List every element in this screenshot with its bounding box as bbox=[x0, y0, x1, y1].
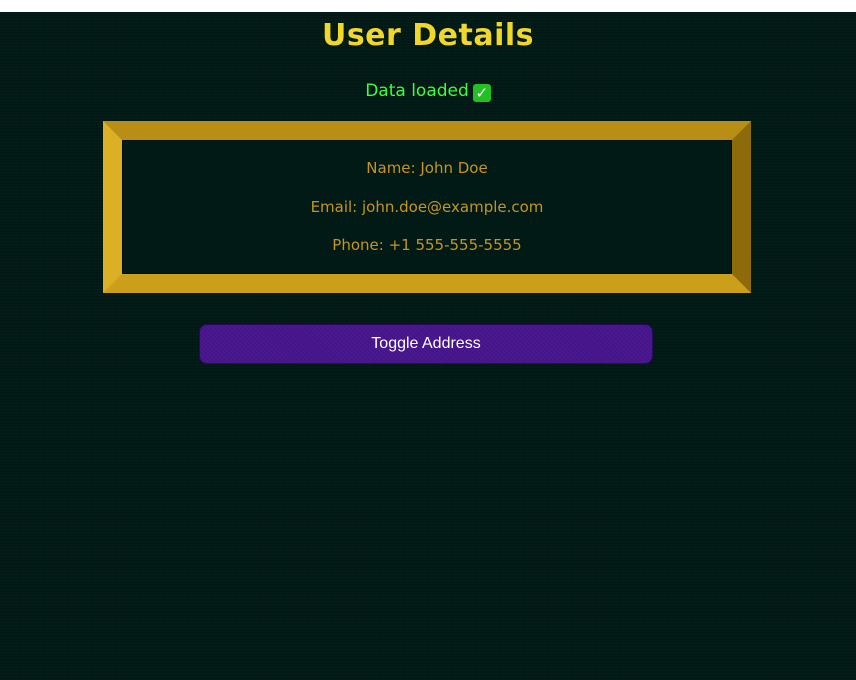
page-background: User Details Data loaded ✓ Name: John Doe… bbox=[0, 12, 856, 680]
toggle-address-button[interactable]: Toggle Address bbox=[199, 324, 653, 364]
user-name: Name: John Doe bbox=[366, 159, 488, 177]
page-title: User Details bbox=[321, 18, 535, 53]
status-text: Data loaded bbox=[365, 81, 469, 101]
user-details-card-inner: Name: John Doe Email: john.doe@example.c… bbox=[122, 140, 732, 274]
user-phone: Phone: +1 555-555-5555 bbox=[332, 236, 522, 254]
data-loaded-status: Data loaded ✓ bbox=[0, 78, 856, 104]
user-details-card: Name: John Doe Email: john.doe@example.c… bbox=[103, 121, 751, 293]
checkmark-icon: ✓ bbox=[472, 84, 491, 102]
user-email: Email: john.doe@example.com bbox=[310, 198, 544, 216]
